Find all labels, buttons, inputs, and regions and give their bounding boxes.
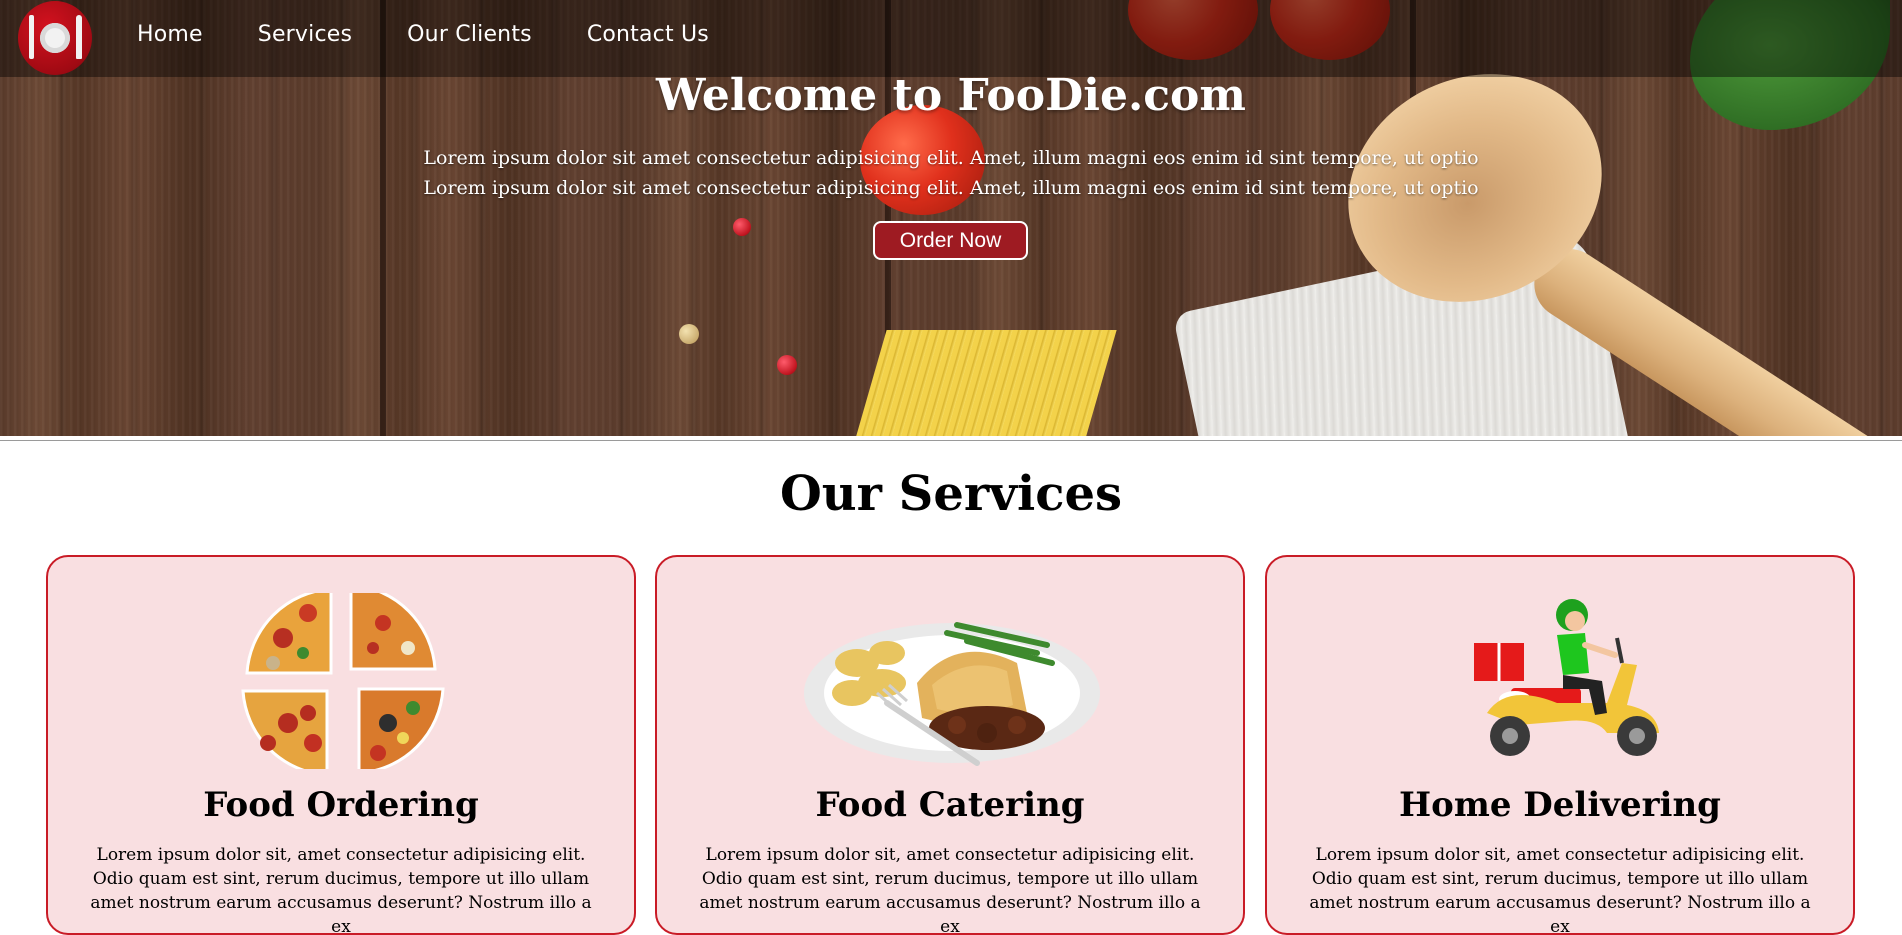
plated-meal-icon	[804, 622, 1100, 766]
nav-clients-link[interactable]: Our Clients	[407, 22, 532, 47]
hero-title: Welcome to FooDie.com	[656, 70, 1246, 121]
pizza-icon	[241, 593, 445, 769]
card-title: Food Catering	[815, 785, 1085, 825]
card-title: Food Ordering	[203, 785, 479, 825]
card-description: Lorem ipsum dolor sit, amet consectetur …	[90, 845, 592, 935]
delivery-scooter-icon	[1474, 599, 1659, 756]
fork-icon	[29, 15, 34, 59]
knife-icon	[76, 15, 82, 59]
nav-services-link[interactable]: Services	[258, 22, 352, 47]
nav-home-link[interactable]: Home	[137, 22, 203, 47]
nav-contact-link[interactable]: Contact Us	[587, 22, 709, 47]
service-card-home-delivering: Home Delivering Lorem ipsum dolor sit, a…	[1265, 555, 1855, 935]
card-description: Lorem ipsum dolor sit, amet consectetur …	[699, 845, 1201, 935]
order-now-button[interactable]: Order Now	[873, 221, 1028, 260]
peppercorn-image	[733, 218, 751, 236]
peppercorn-image	[777, 355, 797, 375]
nav-links: Home Services Our Clients Contact Us	[137, 22, 764, 47]
card-title: Home Delivering	[1399, 785, 1721, 825]
plate-icon	[40, 23, 70, 53]
pasta-image	[849, 330, 1117, 436]
services-heading: Our Services	[779, 466, 1123, 522]
card-description: Lorem ipsum dolor sit, amet consectetur …	[1309, 845, 1811, 935]
seed-image	[679, 324, 699, 344]
hero-text-line: Lorem ipsum dolor sit amet consectetur a…	[423, 147, 1479, 169]
service-card-food-catering: Food Catering Lorem ipsum dolor sit, ame…	[655, 555, 1245, 935]
restaurant-logo-icon[interactable]	[18, 1, 92, 75]
service-card-food-ordering: Food Ordering Lorem ipsum dolor sit, ame…	[46, 555, 636, 935]
hero-text-line: Lorem ipsum dolor sit amet consectetur a…	[423, 177, 1479, 199]
top-navbar: Home Services Our Clients Contact Us	[0, 0, 1902, 77]
section-divider	[0, 440, 1902, 441]
